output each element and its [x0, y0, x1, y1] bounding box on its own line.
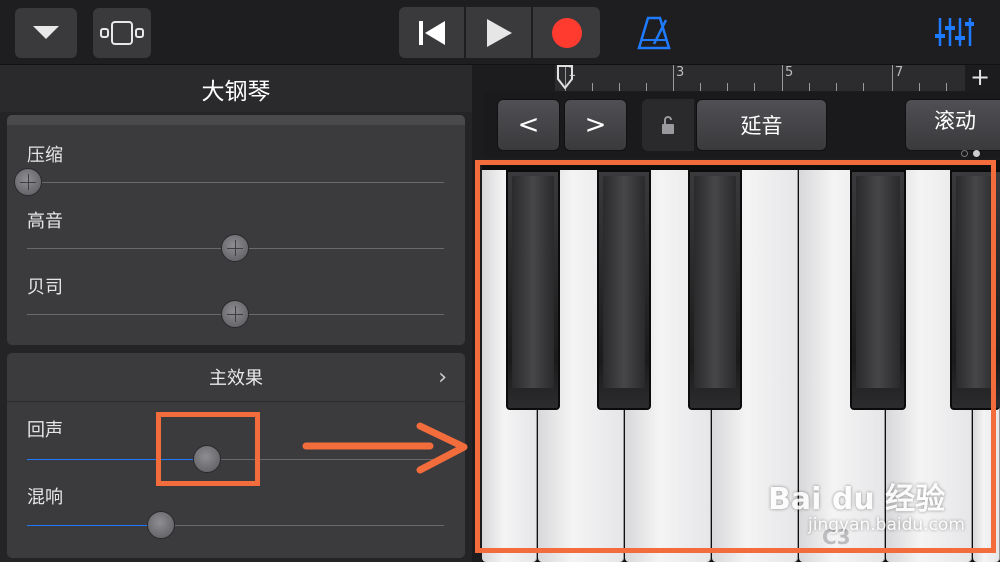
chevron-right-icon: ›	[438, 365, 447, 390]
transport-controls	[399, 7, 600, 58]
octave-down-label: <	[517, 110, 540, 140]
watermark-url: jingyan.baidu.com	[808, 515, 965, 535]
ruler-mark: 5	[785, 65, 794, 80]
plus-icon: +	[969, 63, 991, 91]
reverb-slider-knob[interactable]	[147, 511, 175, 539]
echo-label: 回声	[27, 420, 63, 441]
reverb-fill	[27, 525, 161, 526]
add-section-button[interactable]: +	[968, 64, 992, 90]
scroll-label: 滚动	[934, 109, 976, 133]
play-button[interactable]	[466, 7, 533, 58]
compression-track	[27, 182, 444, 183]
rewind-button[interactable]	[399, 7, 466, 58]
playhead-marker[interactable]	[557, 65, 573, 89]
mixer-button[interactable]	[934, 16, 974, 48]
master-effects-title: 主效果	[209, 368, 263, 389]
echo-highlight-box	[156, 412, 260, 486]
compression-slider-knob[interactable]	[14, 168, 42, 196]
octave-down-button[interactable]: <	[497, 99, 560, 151]
lock-toggle[interactable]	[642, 99, 694, 151]
rewind-icon	[418, 20, 445, 45]
ruler-mark: 3	[676, 65, 685, 80]
scroll-mode-button[interactable]: 滚动	[905, 99, 1000, 157]
menu-dropdown-button[interactable]	[15, 8, 77, 58]
sustain-label: 延音	[740, 114, 783, 138]
record-icon	[551, 17, 582, 48]
mixer-sliders-icon	[935, 18, 974, 46]
annotation-arrow	[302, 422, 468, 474]
watermark-logo: Bai du 经验	[768, 482, 946, 517]
treble-label: 高音	[27, 211, 63, 232]
lock-icon	[662, 116, 674, 134]
bass-label: 贝司	[27, 277, 63, 298]
bass-slider-knob[interactable]	[221, 300, 249, 328]
play-icon	[486, 18, 512, 47]
treble-slider-knob[interactable]	[221, 234, 249, 262]
master-effects-header[interactable]: 主效果 ›	[7, 353, 465, 402]
compression-label: 压缩	[27, 145, 63, 166]
metronome-icon	[637, 16, 671, 50]
reverb-label: 混响	[27, 487, 63, 508]
top-toolbar	[0, 0, 1000, 65]
card-top-edge	[7, 115, 465, 125]
metronome-button[interactable]	[636, 14, 672, 50]
timeline-ruler[interactable]: 1 3 5 7	[555, 65, 965, 91]
ruler-mark: 7	[895, 65, 904, 80]
page-dots	[961, 138, 980, 162]
keyboard-control-bar: < > 延音 滚动	[484, 92, 1000, 158]
record-button[interactable]	[533, 7, 600, 58]
instrument-title: 大钢琴	[0, 65, 472, 112]
controls-panel: 大钢琴 压缩 高音 贝司 主效果 › 回声 混响	[0, 65, 472, 562]
track-view-icon	[100, 21, 144, 45]
sustain-button[interactable]: 延音	[696, 99, 827, 151]
track-view-button[interactable]	[93, 8, 151, 58]
octave-up-label: >	[584, 110, 607, 140]
sound-controls-card: 压缩 高音 贝司	[7, 115, 465, 345]
chevron-down-icon	[33, 26, 59, 39]
octave-up-button[interactable]: >	[564, 99, 627, 151]
